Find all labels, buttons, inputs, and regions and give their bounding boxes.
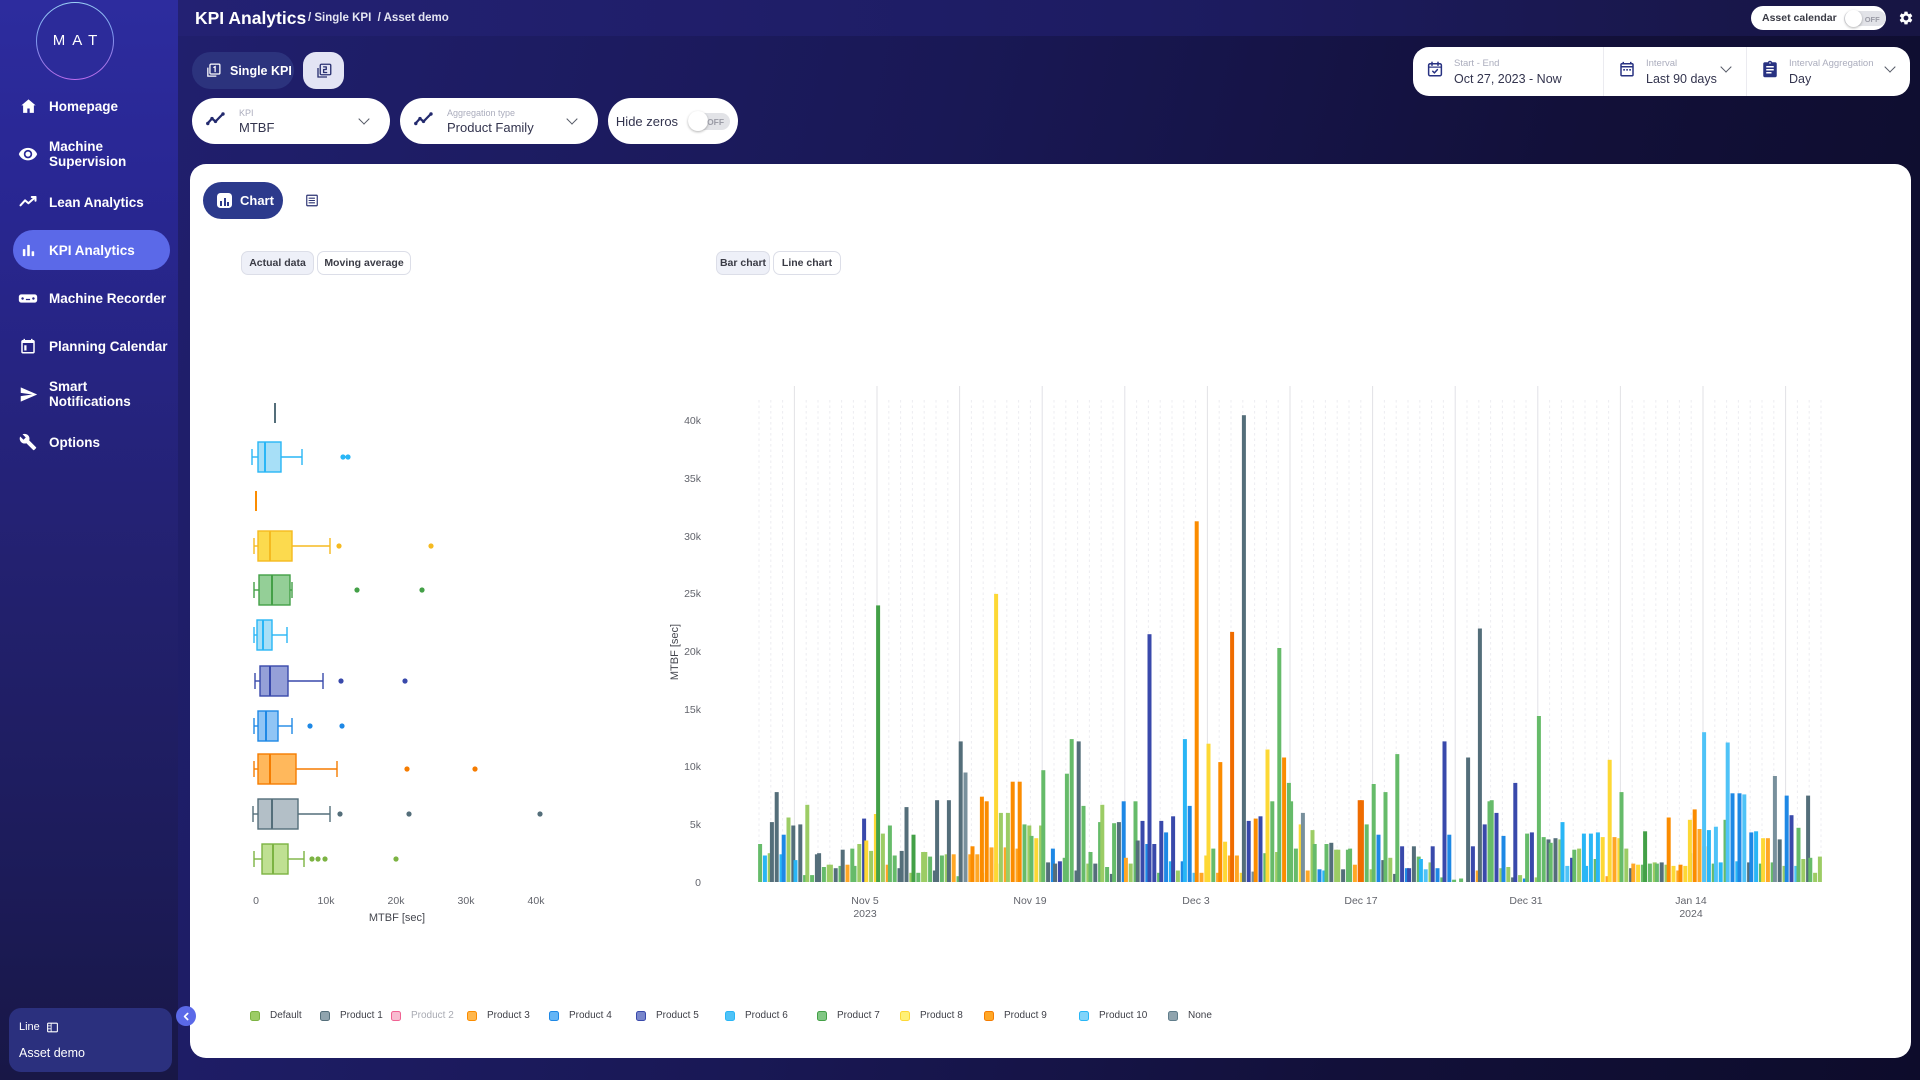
svg-text:10k: 10k [318,895,336,907]
svg-text:40k: 40k [684,415,702,427]
svg-text:5k: 5k [690,819,702,831]
svg-text:30k: 30k [684,531,702,543]
svg-text:0: 0 [253,895,259,907]
svg-text:25k: 25k [684,588,702,600]
svg-text:Dec 17: Dec 17 [1344,895,1377,907]
svg-text:30k: 30k [458,895,476,907]
svg-text:0: 0 [695,877,701,889]
svg-text:2023: 2023 [853,908,877,920]
svg-text:MTBF [sec]: MTBF [sec] [669,624,681,680]
svg-text:20k: 20k [388,895,406,907]
svg-text:20k: 20k [684,646,702,658]
svg-text:10k: 10k [684,761,702,773]
svg-text:MTBF [sec]: MTBF [sec] [369,912,425,924]
svg-text:15k: 15k [684,704,702,716]
svg-text:Nov 5: Nov 5 [851,895,879,907]
svg-text:2024: 2024 [1679,908,1703,920]
svg-text:Jan 14: Jan 14 [1675,895,1707,907]
svg-text:35k: 35k [684,473,702,485]
svg-text:Dec 3: Dec 3 [1182,895,1210,907]
svg-text:Nov 19: Nov 19 [1013,895,1046,907]
svg-text:40k: 40k [528,895,546,907]
svg-text:Dec 31: Dec 31 [1509,895,1542,907]
